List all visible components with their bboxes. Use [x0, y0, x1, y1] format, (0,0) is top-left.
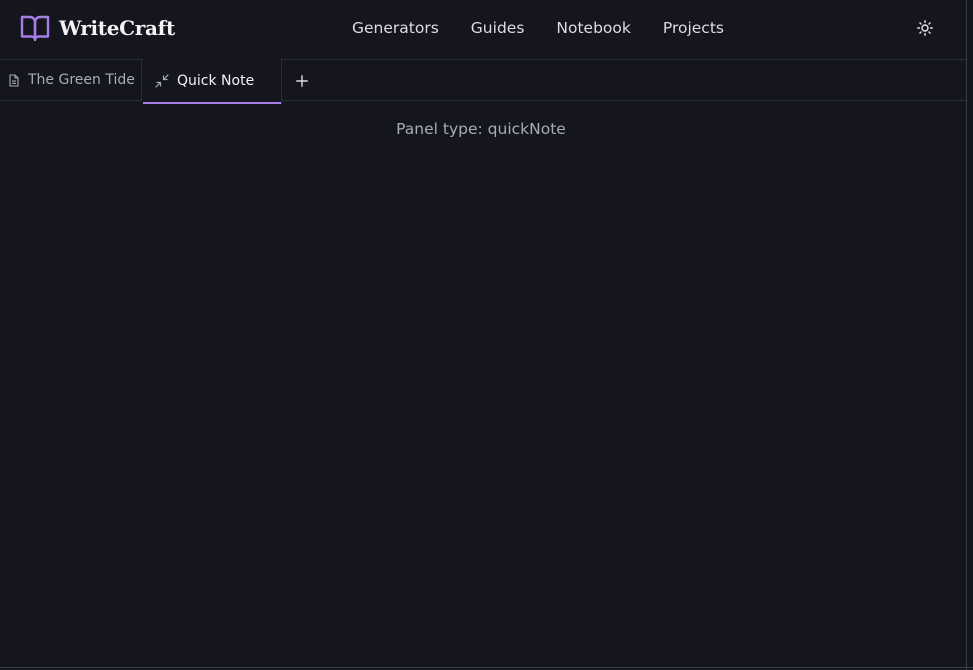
panel-content: Panel type: quickNote — [0, 101, 966, 667]
theme-toggle-button[interactable] — [914, 17, 936, 39]
panel-type-label: Panel type: quickNote — [396, 120, 566, 138]
tab-the-green-tide[interactable]: The Green Tide — [0, 60, 142, 100]
nav-guides[interactable]: Guides — [455, 18, 541, 38]
logo[interactable]: WriteCraft — [20, 13, 175, 43]
window-divider — [0, 667, 973, 668]
tab-label: Quick Note — [177, 73, 255, 89]
window-divider — [966, 0, 967, 670]
nav-notebook[interactable]: Notebook — [540, 18, 646, 38]
nav-projects[interactable]: Projects — [647, 18, 740, 38]
main-nav: Generators Guides Notebook Projects — [336, 18, 740, 38]
nav-generators[interactable]: Generators — [336, 18, 455, 38]
tab-bar: The Green Tide Quick Note — [0, 58, 966, 104]
book-open-icon — [20, 15, 50, 42]
top-header: WriteCraft Generators Guides Notebook Pr… — [0, 0, 966, 60]
document-icon — [8, 73, 20, 87]
sun-icon — [917, 20, 933, 36]
tab-quick-note[interactable]: Quick Note — [143, 58, 282, 104]
minimize-icon — [155, 74, 169, 88]
app-name: WriteCraft — [59, 16, 175, 40]
app-window: WriteCraft Generators Guides Notebook Pr… — [0, 0, 973, 670]
tab-label: The Green Tide — [28, 72, 135, 88]
plus-icon — [296, 75, 308, 87]
add-tab-button[interactable] — [292, 71, 312, 91]
